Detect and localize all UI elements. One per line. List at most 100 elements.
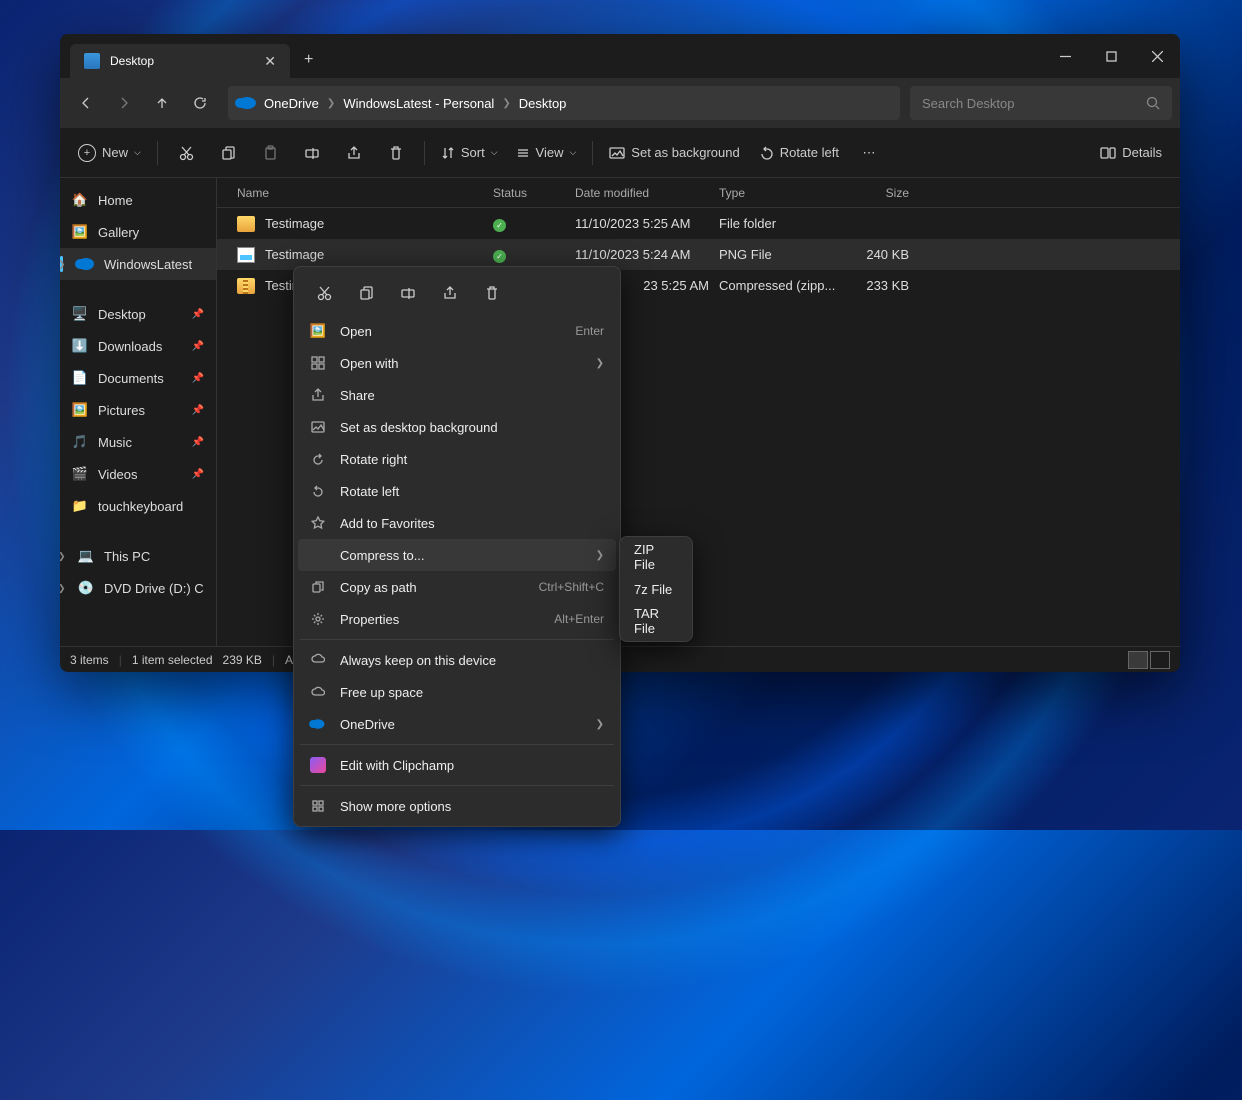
- image-icon: [310, 419, 326, 435]
- star-icon: [310, 515, 326, 531]
- copy-button[interactable]: [348, 277, 384, 309]
- share-button[interactable]: [432, 277, 468, 309]
- close-tab-icon[interactable]: ✕: [264, 53, 276, 70]
- delete-button[interactable]: [376, 135, 416, 171]
- rename-button[interactable]: [292, 135, 332, 171]
- ctx-onedrive[interactable]: OneDrive❯: [298, 708, 616, 740]
- pin-icon: 📌: [192, 341, 204, 352]
- new-button[interactable]: +New⌵: [70, 135, 149, 171]
- sidebar-videos[interactable]: 🎬Videos📌: [60, 458, 216, 490]
- downloads-icon: ⬇️: [72, 338, 88, 354]
- navbar: OneDrive ❯ WindowsLatest - Personal ❯ De…: [60, 78, 1180, 128]
- up-button[interactable]: [144, 85, 180, 121]
- details-button[interactable]: Details: [1092, 135, 1170, 171]
- icons-view-button[interactable]: [1150, 651, 1170, 669]
- chevron-right-icon: ❯: [596, 719, 604, 730]
- breadcrumb-onedrive[interactable]: OneDrive: [264, 96, 319, 111]
- minimize-button[interactable]: [1042, 34, 1088, 78]
- submenu-tar[interactable]: TAR File: [624, 605, 688, 637]
- sidebar-desktop[interactable]: 🖥️Desktop📌: [60, 298, 216, 330]
- synced-icon: ✓: [493, 219, 506, 232]
- column-status[interactable]: Status: [493, 186, 575, 200]
- back-button[interactable]: [68, 85, 104, 121]
- sidebar-documents[interactable]: 📄Documents📌: [60, 362, 216, 394]
- search-icon: [1146, 96, 1160, 110]
- chevron-right-icon[interactable]: ❯: [60, 583, 66, 594]
- refresh-button[interactable]: [182, 85, 218, 121]
- cloud-sync-icon: [310, 652, 326, 668]
- delete-button[interactable]: [474, 277, 510, 309]
- clipchamp-icon: [310, 757, 326, 773]
- rotate-left-icon: [310, 483, 326, 499]
- chevron-right-icon: ❯: [327, 98, 335, 109]
- ctx-rotate-right[interactable]: Rotate right: [298, 443, 616, 475]
- file-row[interactable]: Testimage ✓ 11/10/2023 5:25 AM File fold…: [217, 208, 1180, 239]
- pictures-icon: 🖼️: [72, 402, 88, 418]
- ctx-open[interactable]: 🖼️OpenEnter: [298, 315, 616, 347]
- sort-button[interactable]: Sort⌵: [433, 135, 506, 171]
- ctx-properties[interactable]: PropertiesAlt+Enter: [298, 603, 616, 635]
- context-menu: 🖼️OpenEnter Open with❯ Share Set as desk…: [293, 266, 621, 827]
- forward-button[interactable]: [106, 85, 142, 121]
- ctx-openwith[interactable]: Open with❯: [298, 347, 616, 379]
- chevron-right-icon: ❯: [596, 358, 604, 369]
- address-bar[interactable]: OneDrive ❯ WindowsLatest - Personal ❯ De…: [228, 86, 900, 120]
- sidebar-home[interactable]: 🏠Home: [60, 184, 216, 216]
- rotate-left-button[interactable]: Rotate left: [750, 135, 847, 171]
- search-input[interactable]: Search Desktop: [910, 86, 1172, 120]
- share-button[interactable]: [334, 135, 374, 171]
- sidebar-gallery[interactable]: 🖼️Gallery: [60, 216, 216, 248]
- onedrive-icon: [238, 97, 256, 109]
- column-date[interactable]: Date modified: [575, 186, 719, 200]
- sidebar-dvd[interactable]: ❯💿DVD Drive (D:) C: [60, 572, 216, 604]
- folder-icon: 📁: [72, 498, 88, 514]
- column-type[interactable]: Type: [719, 186, 839, 200]
- chevron-right-icon[interactable]: ❯: [60, 551, 66, 562]
- breadcrumb-desktop[interactable]: Desktop: [519, 96, 567, 111]
- cut-button[interactable]: [306, 277, 342, 309]
- more-button[interactable]: ⋯: [849, 135, 889, 171]
- paste-button[interactable]: [250, 135, 290, 171]
- ctx-show-more[interactable]: Show more options: [298, 790, 616, 822]
- sidebar-touchkeyboard[interactable]: 📁touchkeyboard: [60, 490, 216, 522]
- ctx-free-space[interactable]: Free up space: [298, 676, 616, 708]
- copy-path-icon: [310, 579, 326, 595]
- sidebar-music[interactable]: 🎵Music📌: [60, 426, 216, 458]
- breadcrumb-personal[interactable]: WindowsLatest - Personal: [343, 96, 494, 111]
- submenu-zip[interactable]: ZIP File: [624, 541, 688, 573]
- details-view-button[interactable]: [1128, 651, 1148, 669]
- sidebar-thispc[interactable]: ❯💻This PC: [60, 540, 216, 572]
- ctx-clipchamp[interactable]: Edit with Clipchamp: [298, 749, 616, 781]
- column-name[interactable]: Name: [237, 186, 493, 200]
- cut-button[interactable]: [166, 135, 206, 171]
- copy-button[interactable]: [208, 135, 248, 171]
- onedrive-icon: [312, 719, 325, 729]
- new-tab-button[interactable]: +: [304, 51, 313, 69]
- desktop-icon: [84, 53, 100, 69]
- ctx-keep-on-device[interactable]: Always keep on this device: [298, 644, 616, 676]
- pin-icon: 📌: [192, 309, 204, 320]
- close-window-button[interactable]: [1134, 34, 1180, 78]
- maximize-button[interactable]: [1088, 34, 1134, 78]
- column-size[interactable]: Size: [839, 186, 909, 200]
- ctx-rotate-left[interactable]: Rotate left: [298, 475, 616, 507]
- pin-icon: 📌: [192, 437, 204, 448]
- ctx-copypath[interactable]: Copy as pathCtrl+Shift+C: [298, 571, 616, 603]
- rename-button[interactable]: [390, 277, 426, 309]
- chevron-right-icon[interactable]: ❯: [60, 259, 66, 270]
- pin-icon: 📌: [192, 373, 204, 384]
- ctx-compress[interactable]: Compress to...❯: [298, 539, 616, 571]
- tab-desktop[interactable]: Desktop ✕: [70, 44, 290, 78]
- submenu-7z[interactable]: 7z File: [624, 573, 688, 605]
- ctx-setbg[interactable]: Set as desktop background: [298, 411, 616, 443]
- sidebar-downloads[interactable]: ⬇️Downloads📌: [60, 330, 216, 362]
- ctx-share[interactable]: Share: [298, 379, 616, 411]
- set-background-button[interactable]: Set as background: [601, 135, 747, 171]
- pin-icon: 📌: [192, 405, 204, 416]
- sidebar-onedrive[interactable]: ❯WindowsLatest: [60, 248, 216, 280]
- status-size: 239 KB: [223, 653, 262, 667]
- view-button[interactable]: View⌵: [508, 135, 585, 171]
- ctx-favorites[interactable]: Add to Favorites: [298, 507, 616, 539]
- home-icon: 🏠: [72, 192, 88, 208]
- sidebar-pictures[interactable]: 🖼️Pictures📌: [60, 394, 216, 426]
